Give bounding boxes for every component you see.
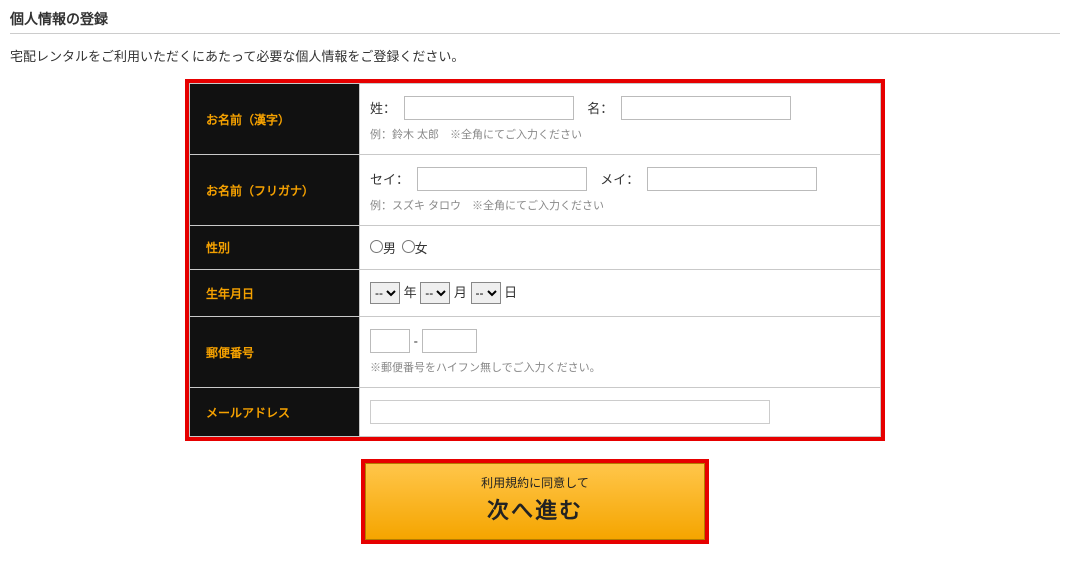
birth-year-select[interactable]: -- — [370, 282, 400, 304]
surname-kanji-input[interactable] — [404, 96, 574, 120]
gender-male-label: 男 — [383, 241, 396, 256]
birth-day-select[interactable]: -- — [471, 282, 501, 304]
agree-and-proceed-button[interactable]: 利用規約に同意して 次へ進む — [365, 463, 705, 540]
gender-female-radio[interactable] — [402, 240, 415, 253]
surname-kanji-label: 姓： — [370, 101, 396, 116]
label-gender: 性別 — [190, 226, 360, 270]
cell-postal: - ※郵便番号をハイフン無しでご入力ください。 — [360, 317, 881, 388]
submit-highlight-frame: 利用規約に同意して 次へ進む — [361, 459, 709, 544]
label-email: メールアドレス — [190, 388, 360, 437]
birth-month-select[interactable]: -- — [420, 282, 450, 304]
firstname-kanji-input[interactable] — [621, 96, 791, 120]
day-suffix: 日 — [504, 285, 517, 300]
firstname-kana-label: メイ： — [600, 172, 639, 187]
cell-name-kanji: 姓： 名： 例：鈴木 太郎 ※全角にてご入力ください — [360, 84, 881, 155]
cell-birth: -- 年 -- 月 -- 日 — [360, 270, 881, 317]
form-highlight-frame: お名前（漢字） 姓： 名： 例：鈴木 太郎 ※全角にてご入力ください お名前（フ… — [185, 79, 885, 441]
label-name-kanji: お名前（漢字） — [190, 84, 360, 155]
submit-line1: 利用規約に同意して — [366, 474, 704, 491]
month-suffix: 月 — [454, 285, 467, 300]
postal-hint: ※郵便番号をハイフン無しでご入力ください。 — [370, 359, 870, 375]
submit-line2: 次へ進む — [366, 493, 704, 525]
registration-form-table: お名前（漢字） 姓： 名： 例：鈴木 太郎 ※全角にてご入力ください お名前（フ… — [189, 83, 881, 437]
cell-gender: 男 女 — [360, 226, 881, 270]
gender-female-label: 女 — [415, 241, 428, 256]
label-name-kana: お名前（フリガナ） — [190, 155, 360, 226]
page-title: 個人情報の登録 — [10, 5, 1060, 34]
label-birth: 生年月日 — [190, 270, 360, 317]
firstname-kana-input[interactable] — [647, 167, 817, 191]
firstname-kanji-label: 名： — [587, 101, 613, 116]
name-kanji-hint: 例：鈴木 太郎 ※全角にてご入力ください — [370, 126, 870, 142]
postal-sep: - — [414, 334, 418, 349]
postal-zip1-input[interactable] — [370, 329, 410, 353]
year-suffix: 年 — [404, 285, 417, 300]
cell-email — [360, 388, 881, 437]
surname-kana-input[interactable] — [417, 167, 587, 191]
name-kana-hint: 例：スズキ タロウ ※全角にてご入力ください — [370, 197, 870, 213]
intro-text: 宅配レンタルをご利用いただくにあたって必要な個人情報をご登録ください。 — [10, 46, 1060, 65]
cell-name-kana: セイ： メイ： 例：スズキ タロウ ※全角にてご入力ください — [360, 155, 881, 226]
email-display — [370, 400, 770, 424]
postal-zip2-input[interactable] — [422, 329, 477, 353]
label-postal: 郵便番号 — [190, 317, 360, 388]
surname-kana-label: セイ： — [370, 172, 409, 187]
gender-male-radio[interactable] — [370, 240, 383, 253]
